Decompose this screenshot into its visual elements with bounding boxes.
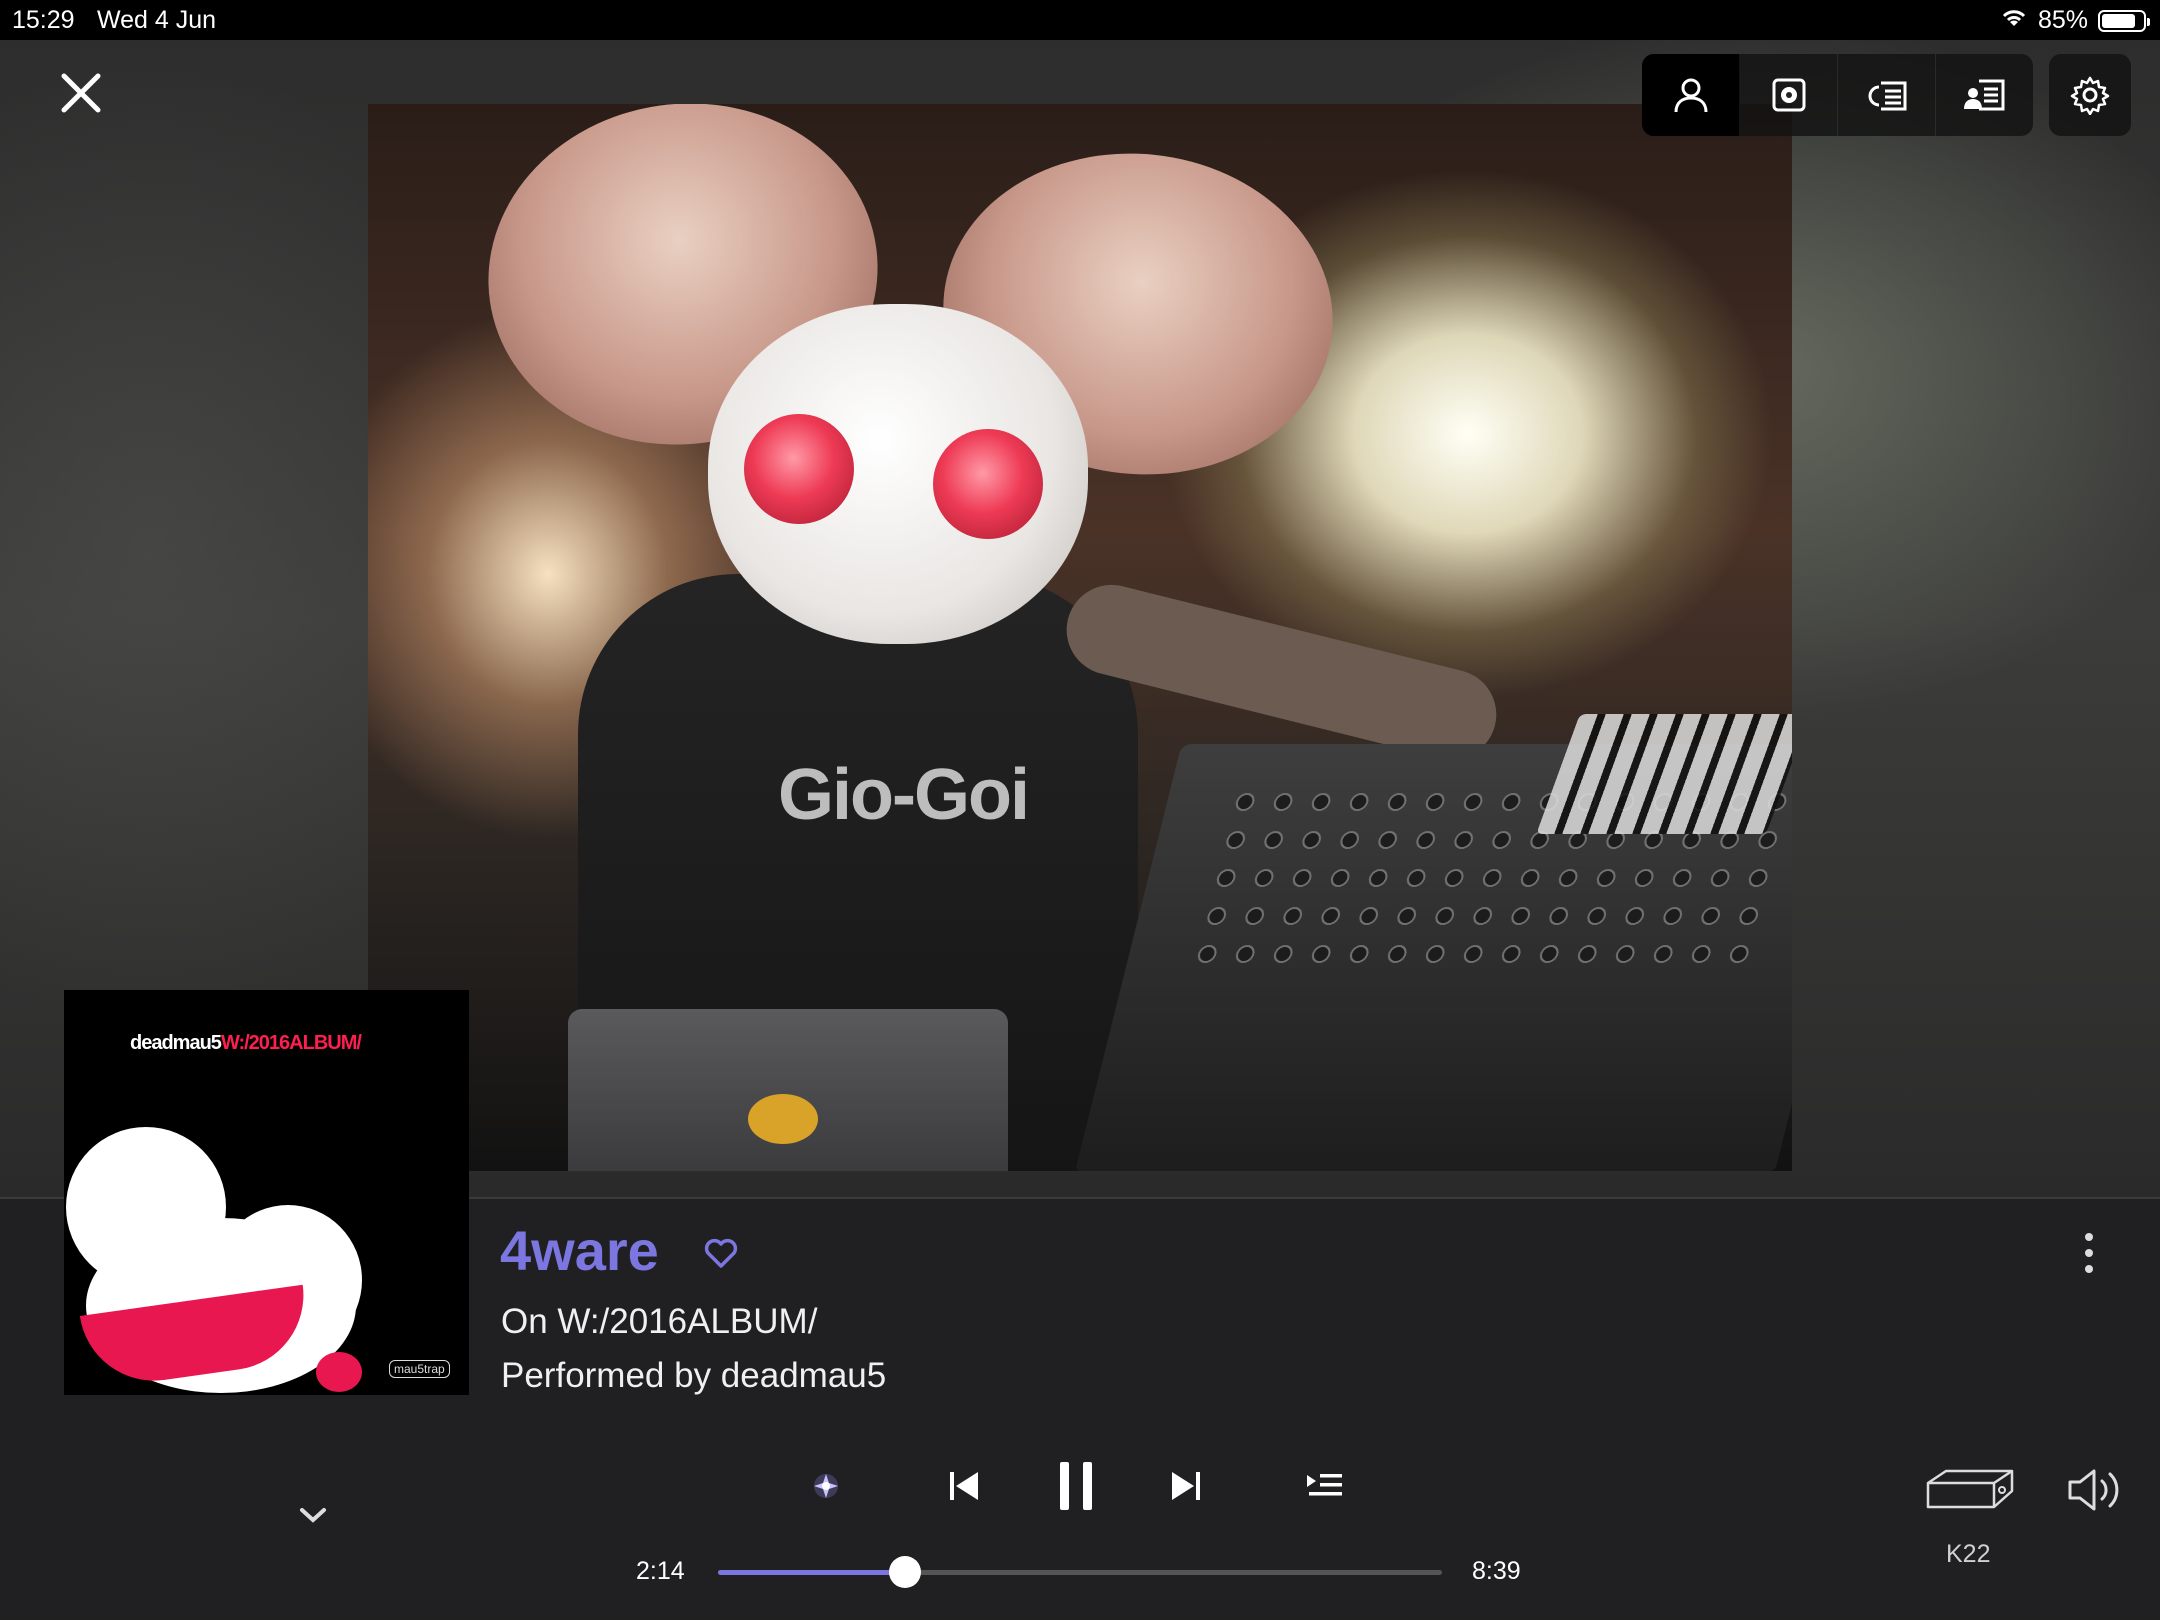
close-icon	[61, 73, 101, 113]
status-date: Wed 4 Jun	[97, 6, 217, 34]
more-options-button[interactable]	[2069, 1228, 2109, 1278]
status-bar: 15:29 Wed 4 Jun 85%	[0, 0, 2160, 40]
favorite-button[interactable]	[703, 1235, 739, 1271]
chevron-down-icon	[300, 1508, 326, 1523]
cover-label: mau5trap	[389, 1360, 450, 1378]
streamer-device-icon	[1926, 1469, 2014, 1509]
next-button[interactable]	[1162, 1462, 1210, 1510]
sparkle-icon	[814, 1474, 838, 1498]
settings-button[interactable]	[2049, 54, 2131, 136]
artist-icon	[1674, 78, 1707, 113]
output-device-label: K22	[1946, 1540, 1991, 1568]
skip-next-icon	[1172, 1472, 1200, 1500]
status-time: 15:29	[12, 6, 75, 34]
track-title: 4ware	[500, 1219, 659, 1282]
view-segment	[1642, 54, 2033, 136]
view-toolbar	[1642, 54, 2131, 136]
pause-icon	[1060, 1462, 1092, 1510]
album-view-button[interactable]	[1740, 54, 1838, 136]
album-link[interactable]: On W:/2016ALBUM/	[501, 1302, 817, 1342]
previous-button[interactable]	[940, 1462, 988, 1510]
volume-button[interactable]	[2064, 1465, 2130, 1515]
close-button[interactable]	[54, 66, 108, 120]
heart-icon	[704, 1238, 738, 1268]
gear-icon	[2070, 76, 2110, 115]
album-icon	[1772, 78, 1805, 112]
info-icon	[1963, 79, 2004, 111]
wifi-icon	[2000, 6, 2028, 35]
elapsed-time: 2:14	[636, 1557, 685, 1585]
total-time: 8:39	[1472, 1557, 1521, 1585]
skip-previous-icon	[950, 1472, 978, 1500]
queue-button[interactable]	[1302, 1464, 1348, 1508]
more-vertical-icon	[2085, 1233, 2093, 1273]
album-cover[interactable]: deadmau5W:/2016ALBUM/ mau5trap	[64, 990, 469, 1395]
cover-title: deadmau5W:/2016ALBUM/	[130, 1032, 362, 1054]
battery-icon	[2098, 9, 2150, 32]
lyrics-view-button[interactable]	[1838, 54, 1936, 136]
speaker-icon	[2068, 1469, 2119, 1511]
progress-fill	[718, 1570, 905, 1575]
artist-view-button[interactable]	[1642, 54, 1740, 136]
queue-icon	[1307, 1474, 1342, 1496]
radio-button[interactable]	[800, 1460, 852, 1512]
artist-link[interactable]: Performed by deadmau5	[501, 1356, 886, 1396]
pause-button[interactable]	[1048, 1456, 1104, 1516]
output-device-button[interactable]	[1920, 1460, 2020, 1520]
collapse-button[interactable]	[290, 1495, 336, 1535]
progress-slider[interactable]	[718, 1556, 1442, 1588]
battery-percent: 85%	[2037, 6, 2088, 34]
lyrics-icon	[1868, 81, 1906, 111]
progress-thumb[interactable]	[888, 1556, 921, 1588]
info-view-button[interactable]	[1936, 54, 2033, 136]
artist-photo: Gio-Goi	[368, 104, 1792, 1171]
